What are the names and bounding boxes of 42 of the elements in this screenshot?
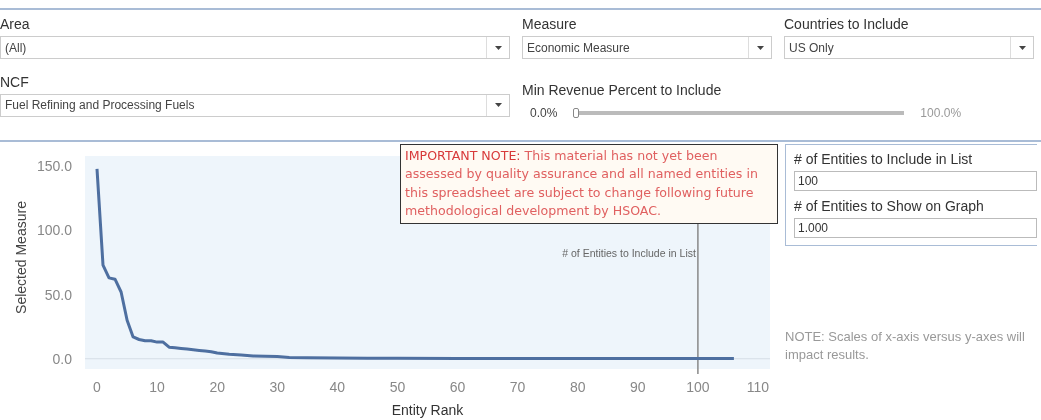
scale-note: NOTE: Scales of x-axis versus y-axes will impact results.	[785, 329, 1025, 363]
x-tick-label: 100	[686, 379, 710, 395]
x-tick-label: 40	[329, 379, 346, 395]
caret-icon	[494, 45, 502, 50]
slider-track[interactable]	[579, 110, 905, 115]
slider-label: Min Revenue Percent to Include	[522, 81, 723, 98]
y-tick-label: 100.0	[36, 222, 72, 239]
dropdown[interactable]: US Only	[784, 36, 1034, 59]
dropdown[interactable]: Fuel Refining and Processing Fuels	[0, 93, 510, 117]
x-tick-label: 0	[93, 379, 101, 395]
x-tick-label: 80	[569, 379, 586, 395]
input-field[interactable]: 100	[794, 171, 1037, 191]
filter-label: Countries to Include	[784, 16, 910, 32]
x-tick-label: 50	[389, 379, 406, 395]
x-tick-label: 10	[149, 379, 165, 395]
parameter-label: # of Entities to Include in List	[794, 151, 974, 167]
y-axis-title: Selected Measure	[13, 201, 29, 314]
x-tick-label: 70	[509, 379, 526, 395]
important-note: IMPORTANT NOTE: This material has not yet been assessed by quality assurance and all named entities in this spreadsheet are subject to change following future methodological development by HSOAC.	[400, 144, 778, 224]
slider-thumb[interactable]	[573, 107, 580, 118]
y-tick-label: 0.0	[52, 350, 72, 367]
x-tick-label: 30	[269, 379, 286, 395]
x-tick-label: 110	[746, 379, 770, 395]
filter-label: Measure	[522, 16, 578, 32]
parameter-label: # of Entities to Show on Graph	[794, 198, 985, 214]
dropdown[interactable]: Economic Measure	[522, 36, 772, 59]
max-value: 100.0%	[920, 105, 962, 120]
caret-icon	[1018, 45, 1026, 50]
caret-icon	[494, 103, 502, 107]
x-tick-label: 20	[209, 379, 225, 395]
x-tick-label: 90	[630, 379, 646, 395]
min-value: 0.0%	[530, 105, 558, 120]
dropdown[interactable]: (All)	[0, 36, 510, 59]
input-field[interactable]: 1.000	[794, 218, 1037, 238]
y-tick-label: 150.0	[36, 158, 72, 175]
filter-label: Area	[0, 16, 31, 32]
x-tick-label: 60	[449, 379, 466, 395]
filter-label: NCF	[0, 73, 30, 90]
caret-icon	[756, 45, 764, 50]
reference-line-label: # of Entities to Include in List	[562, 247, 696, 259]
x-axis-title: Entity Rank	[391, 402, 464, 418]
y-tick-label: 50.0	[44, 286, 72, 303]
